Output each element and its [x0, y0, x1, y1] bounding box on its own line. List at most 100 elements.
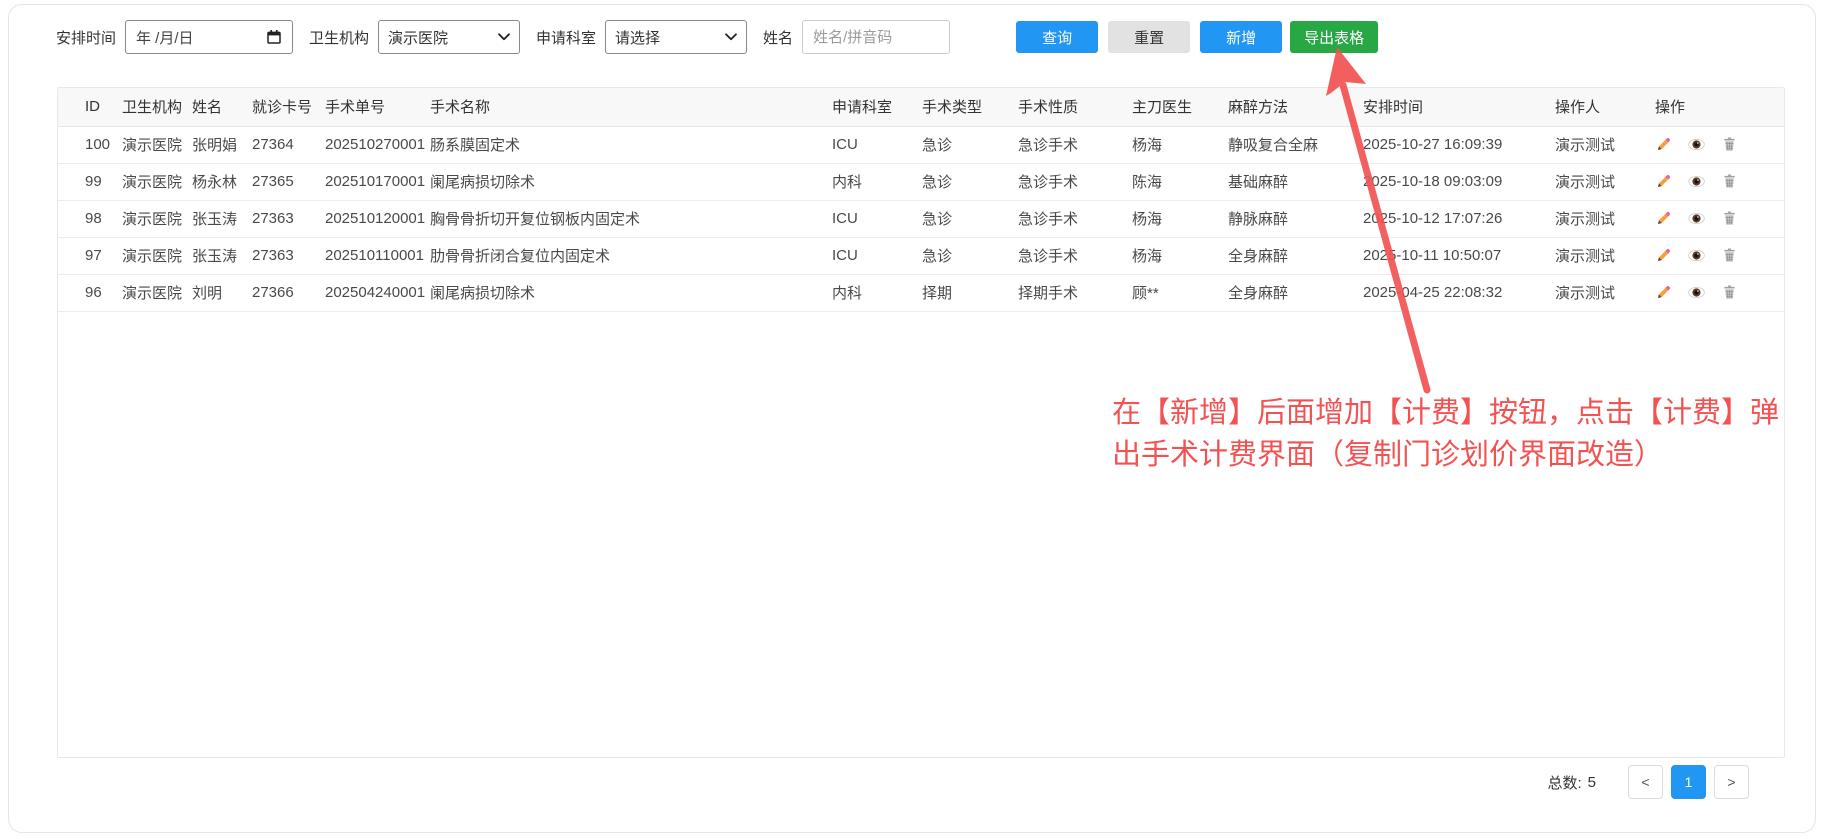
- column-header: 主刀医生: [1132, 88, 1228, 126]
- annotation-note: 在【新增】后面增加【计费】按钮，点击【计费】弹 出手术计费界面（复制门诊划价界面…: [1112, 392, 1824, 476]
- view-button[interactable]: [1688, 173, 1706, 191]
- edit-button[interactable]: [1655, 247, 1673, 265]
- column-header: 手术性质: [1018, 88, 1132, 126]
- pencil-icon: [1655, 136, 1672, 153]
- cell-dept: ICU: [832, 237, 922, 274]
- cell-surgery-name: 肠系膜固定术: [430, 126, 832, 163]
- cell-card-no: 27363: [252, 237, 325, 274]
- pencil-icon: [1655, 210, 1672, 227]
- delete-button[interactable]: [1721, 284, 1739, 302]
- cell-surgery-nature: 急诊手术: [1018, 163, 1132, 200]
- cell-patient-name: 张明娟: [192, 126, 252, 163]
- column-header: 操作: [1655, 88, 1784, 126]
- calendar-icon[interactable]: [266, 29, 282, 45]
- table-row: 98 演示医院 张玉涛 27363 202510120001 胸骨骨折切开复位钢…: [58, 200, 1784, 237]
- cell-surgery-nature: 急诊手术: [1018, 126, 1132, 163]
- annotation-line-2: 出手术计费界面（复制门诊划价界面改造）: [1112, 434, 1824, 476]
- cell-order-no: 202504240001: [325, 274, 430, 311]
- cell-org: 演示医院: [122, 163, 192, 200]
- cell-dept: ICU: [832, 126, 922, 163]
- cell-order-no: 202510270001: [325, 126, 430, 163]
- cell-id: 98: [58, 200, 122, 237]
- date-filter-label: 安排时间: [56, 27, 116, 48]
- cell-card-no: 27365: [252, 163, 325, 200]
- org-filter-label: 卫生机构: [309, 27, 369, 48]
- cell-surgeon: 杨海: [1132, 200, 1228, 237]
- cell-id: 96: [58, 274, 122, 311]
- name-input[interactable]: [802, 20, 950, 54]
- pencil-icon: [1655, 173, 1672, 190]
- cell-dept: 内科: [832, 274, 922, 311]
- org-select[interactable]: 演示医院: [378, 20, 520, 54]
- cell-operator: 演示测试: [1555, 126, 1655, 163]
- trash-icon: [1721, 136, 1738, 153]
- cell-scheduled-time: 2025-10-18 09:03:09: [1363, 163, 1555, 200]
- cell-operator: 演示测试: [1555, 237, 1655, 274]
- cell-anesthesia: 静吸复合全麻: [1228, 126, 1363, 163]
- cell-surgery-type: 急诊: [922, 237, 1018, 274]
- date-input-value: 年 /月/日: [136, 27, 266, 48]
- cell-id: 97: [58, 237, 122, 274]
- eye-icon: [1688, 210, 1705, 227]
- cell-anesthesia: 静脉麻醉: [1228, 200, 1363, 237]
- cell-actions: [1655, 126, 1784, 163]
- cell-id: 100: [58, 126, 122, 163]
- total-count-value: 5: [1588, 774, 1596, 791]
- edit-button[interactable]: [1655, 210, 1673, 228]
- view-button[interactable]: [1688, 210, 1706, 228]
- table-header-row: ID卫生机构姓名就诊卡号手术单号手术名称申请科室手术类型手术性质主刀医生麻醉方法…: [58, 88, 1784, 126]
- column-header: ID: [58, 88, 122, 126]
- delete-button[interactable]: [1721, 173, 1739, 191]
- cell-scheduled-time: 2025-04-25 22:08:32: [1363, 274, 1555, 311]
- edit-button[interactable]: [1655, 173, 1673, 191]
- table-row: 99 演示医院 杨永林 27365 202510170001 阑尾病损切除术 内…: [58, 163, 1784, 200]
- edit-button[interactable]: [1655, 136, 1673, 154]
- column-header: 安排时间: [1363, 88, 1555, 126]
- delete-button[interactable]: [1721, 136, 1739, 154]
- cell-anesthesia: 全身麻醉: [1228, 274, 1363, 311]
- trash-icon: [1721, 247, 1738, 264]
- pagination: 总数: 5 < 1 >: [1547, 765, 1749, 799]
- cell-patient-name: 张玉涛: [192, 237, 252, 274]
- cell-order-no: 202510110001: [325, 237, 430, 274]
- trash-icon: [1721, 284, 1738, 301]
- export-button[interactable]: 导出表格: [1290, 21, 1378, 53]
- dept-select[interactable]: 请选择: [605, 20, 747, 54]
- cell-surgery-name: 胸骨骨折切开复位钢板内固定术: [430, 200, 832, 237]
- cell-id: 99: [58, 163, 122, 200]
- cell-surgery-nature: 择期手术: [1018, 274, 1132, 311]
- table-body: 100 演示医院 张明娟 27364 202510270001 肠系膜固定术 I…: [58, 126, 1784, 311]
- reset-button[interactable]: 重置: [1108, 21, 1190, 53]
- total-count-label: 总数:: [1547, 772, 1581, 793]
- cell-patient-name: 杨永林: [192, 163, 252, 200]
- cell-operator: 演示测试: [1555, 274, 1655, 311]
- cell-patient-name: 张玉涛: [192, 200, 252, 237]
- cell-order-no: 202510170001: [325, 163, 430, 200]
- cell-surgery-type: 急诊: [922, 200, 1018, 237]
- edit-button[interactable]: [1655, 284, 1673, 302]
- next-page-button[interactable]: >: [1714, 765, 1749, 799]
- cell-order-no: 202510120001: [325, 200, 430, 237]
- delete-button[interactable]: [1721, 210, 1739, 228]
- cell-actions: [1655, 274, 1784, 311]
- cell-surgeon: 杨海: [1132, 126, 1228, 163]
- cell-surgeon: 陈海: [1132, 163, 1228, 200]
- cell-patient-name: 刘明: [192, 274, 252, 311]
- cell-surgery-type: 急诊: [922, 163, 1018, 200]
- add-button[interactable]: 新增: [1200, 21, 1282, 53]
- date-input[interactable]: 年 /月/日: [125, 20, 293, 54]
- cell-surgery-name: 阑尾病损切除术: [430, 274, 832, 311]
- search-button[interactable]: 查询: [1016, 21, 1098, 53]
- delete-button[interactable]: [1721, 247, 1739, 265]
- view-button[interactable]: [1688, 284, 1706, 302]
- cell-anesthesia: 基础麻醉: [1228, 163, 1363, 200]
- view-button[interactable]: [1688, 247, 1706, 265]
- chevron-down-icon: [725, 33, 737, 41]
- prev-page-button[interactable]: <: [1628, 765, 1663, 799]
- cell-operator: 演示测试: [1555, 163, 1655, 200]
- view-button[interactable]: [1688, 136, 1706, 154]
- cell-surgeon: 顾**: [1132, 274, 1228, 311]
- eye-icon: [1688, 247, 1705, 264]
- page-1-button[interactable]: 1: [1671, 765, 1706, 799]
- cell-dept: ICU: [832, 200, 922, 237]
